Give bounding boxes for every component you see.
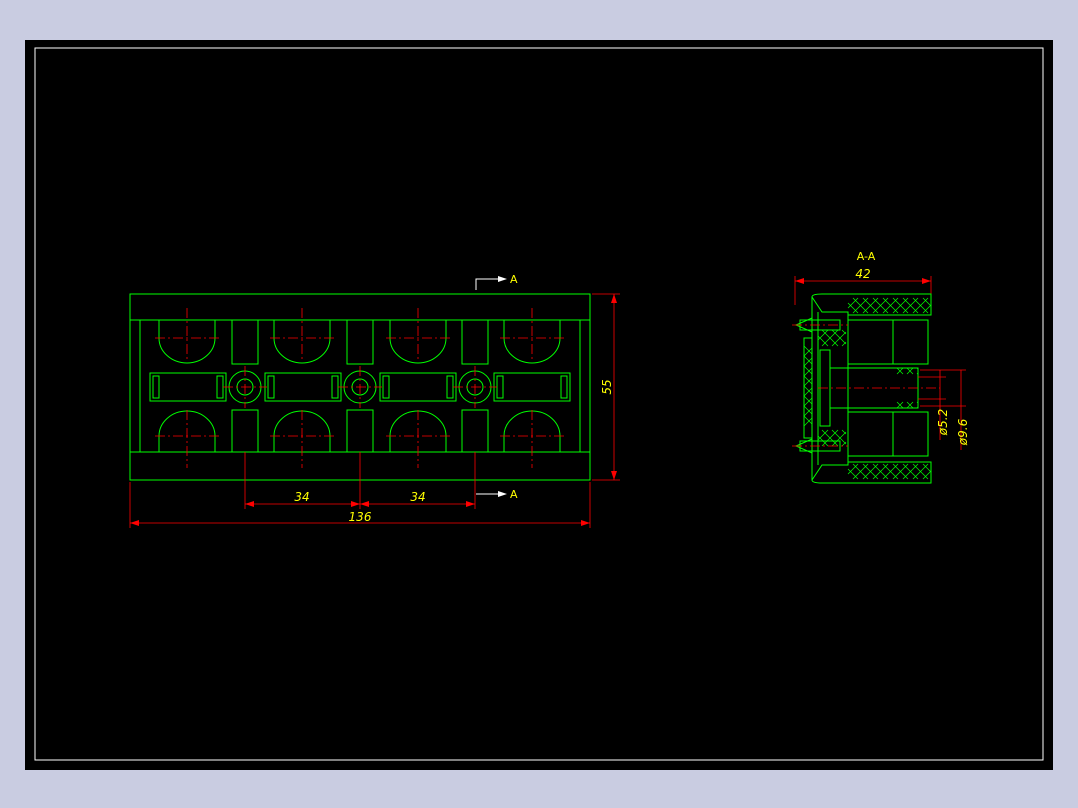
terminal-bar-end <box>446 375 454 399</box>
drawing-sheet[interactable]: 55 34 34 136 A A A-A 42 ø5.2 ø9.6 <box>25 40 1053 770</box>
terminal-bar-end <box>560 375 568 399</box>
hatch-line <box>803 385 813 395</box>
divider-slot-bottom <box>346 409 374 452</box>
hatch-line <box>841 429 847 435</box>
hatch-line <box>803 387 813 397</box>
drawing-canvas[interactable]: 55 34 34 136 A A A-A 42 ø5.2 ø9.6 <box>25 40 1053 770</box>
hatch-line <box>803 395 813 405</box>
terminal-bar <box>493 372 571 402</box>
cut-arrow-bottom: A <box>476 488 518 501</box>
front-view: 55 34 34 136 A A <box>129 273 620 528</box>
dimension-height: 55 <box>592 293 620 481</box>
hatch-line <box>817 429 829 441</box>
hatch-line <box>847 302 859 314</box>
hatch-line <box>841 441 847 447</box>
dim-height-text: 55 <box>600 379 614 394</box>
dim-outer-diameter-text: ø9.6 <box>956 418 970 446</box>
hatch-line <box>817 335 829 347</box>
dim-width-text: 136 <box>349 510 372 524</box>
terminal-bar-end <box>152 375 160 399</box>
terminal-bar-end <box>216 375 224 399</box>
terminal-bar <box>149 372 227 402</box>
hatch-line <box>817 329 829 341</box>
cad-viewer: 55 34 34 136 A A A-A 42 ø5.2 ø9.6 <box>0 0 1078 808</box>
terminal-bar-end <box>267 375 275 399</box>
hatch-line <box>803 407 813 417</box>
dimension-diameters: ø5.2 ø9.6 <box>918 369 970 450</box>
terminal-bar <box>264 372 342 402</box>
terminal-bar-end <box>496 375 504 399</box>
section-title: A-A <box>857 250 876 263</box>
screw-pockets <box>158 320 561 452</box>
divider-slot-bottom <box>231 409 259 452</box>
section-view: A-A 42 ø5.2 ø9.6 <box>792 250 970 484</box>
hatch-line <box>803 377 813 387</box>
hatch-line <box>803 365 813 375</box>
hatch-line <box>803 355 813 365</box>
hatch-line <box>803 367 813 377</box>
hatch-line <box>847 463 859 475</box>
hatch-line <box>803 415 813 425</box>
terminal-bar <box>379 372 457 402</box>
dim-pitch-right-text: 34 <box>410 490 425 504</box>
hatch-line <box>847 297 859 309</box>
divider-slot-top <box>231 320 259 365</box>
dim-inner-diameter-text: ø5.2 <box>936 409 950 436</box>
divider-slot-top <box>346 320 374 365</box>
divider-slot-top <box>461 320 489 365</box>
hatch-line <box>803 347 813 357</box>
hatch-line <box>841 341 847 347</box>
terminal-bar-end <box>331 375 339 399</box>
hatch-line <box>803 397 813 407</box>
hatch-line <box>803 345 813 355</box>
dim-section-width-text: 42 <box>855 267 870 281</box>
hatch-line <box>841 329 847 335</box>
sheet-border <box>34 47 1044 761</box>
hatch-line <box>803 417 813 427</box>
cut-label-top: A <box>510 273 518 286</box>
hatch-line <box>803 405 813 415</box>
dimension-section-width: 42 <box>794 267 932 305</box>
hatch-line <box>803 357 813 367</box>
hatch-line <box>803 375 813 385</box>
hatch-line <box>847 468 859 480</box>
cut-label-bottom: A <box>510 488 518 501</box>
dim-pitch-left-text: 34 <box>294 490 309 504</box>
divider-slot-bottom <box>461 409 489 452</box>
terminal-bar-end <box>382 375 390 399</box>
cut-arrow-top: A <box>475 273 518 290</box>
